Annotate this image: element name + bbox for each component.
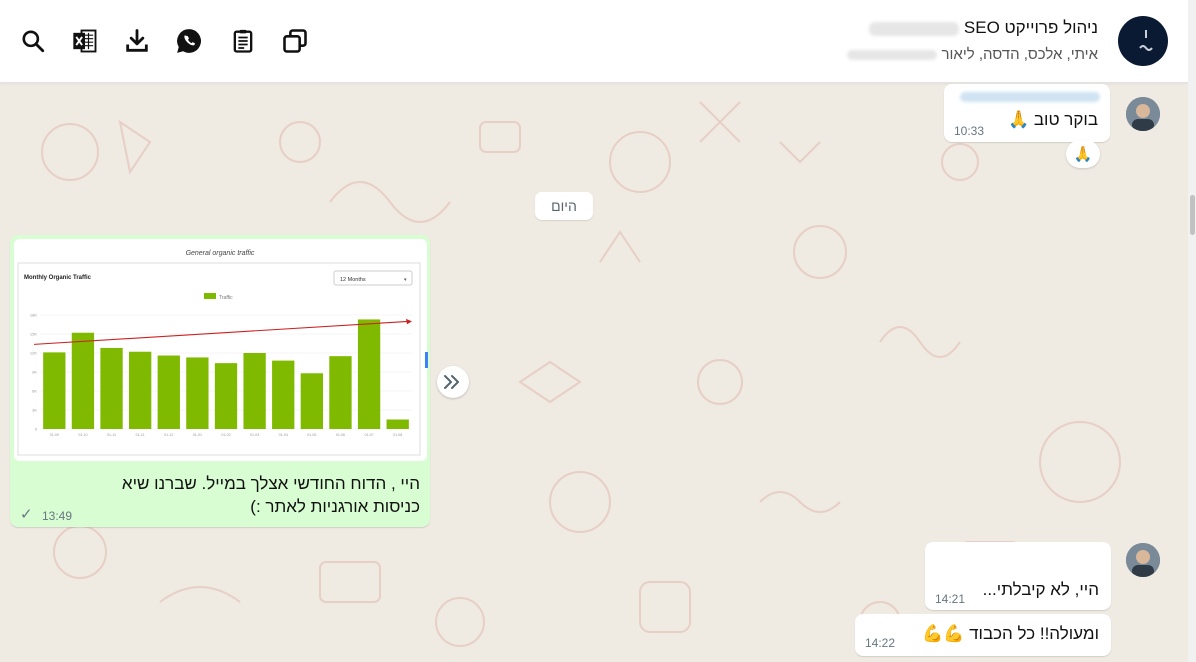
- y-tick-label: 15K: [30, 332, 37, 337]
- legend-swatch: [204, 293, 216, 299]
- date-divider: היום: [535, 192, 593, 220]
- chart-image-attachment[interactable]: General organic traffic Monthly Organic …: [14, 239, 427, 461]
- message-text: בוקר טוב 🙏: [1008, 110, 1098, 129]
- message-text: ומעולה!! כל הכבוד 💪💪: [922, 624, 1099, 643]
- group-title[interactable]: ניהול פרוייקט SEO: [869, 18, 1098, 38]
- chart-bar: [300, 373, 324, 429]
- x-tick-label: 01-02: [221, 433, 230, 437]
- sender-avatar[interactable]: [1126, 97, 1160, 131]
- excel-export-icon[interactable]: [70, 26, 100, 56]
- x-tick-label: 01-03: [250, 433, 259, 437]
- redacted-name: [869, 21, 960, 36]
- whatsapp-icon[interactable]: [174, 26, 204, 56]
- message-text-line2: כניסות אורגניות לאתר :): [250, 497, 420, 516]
- x-tick-label: 01-05: [307, 433, 316, 437]
- message-time: 10:33: [954, 124, 985, 138]
- group-avatar[interactable]: [1118, 16, 1168, 66]
- x-tick-label: 01-07: [364, 433, 373, 437]
- clipboard-icon[interactable]: [228, 26, 258, 56]
- x-tick-label: 01-04: [279, 433, 288, 437]
- message-text-line1: היי , הדוח החודשי אצלך במייל. שברנו שיא: [121, 474, 420, 493]
- message-bubble-incoming[interactable]: ומעולה!! כל הכבוד 💪💪 14:22: [855, 614, 1111, 656]
- chart-bar: [186, 357, 209, 429]
- message-bubble-incoming[interactable]: בוקר טוב 🙏 10:33: [944, 84, 1110, 142]
- x-tick-label: 01-01: [193, 433, 202, 437]
- scrollbar-track[interactable]: [1188, 0, 1196, 662]
- group-members-text: איתי, אלכס, הדסה, ליאור: [941, 46, 1099, 63]
- message-text: היי, לא קיבלתי...: [982, 580, 1099, 599]
- scrollbar-thumb[interactable]: [1190, 195, 1195, 235]
- image-resize-handle[interactable]: [425, 352, 428, 368]
- message-time: 13:49: [42, 509, 73, 523]
- y-tick-label: 6K: [32, 389, 37, 394]
- redacted-sender: [960, 88, 1100, 106]
- chart-bar: [272, 360, 295, 429]
- message-time: 14:21: [935, 592, 966, 606]
- chart-bar: [157, 355, 180, 429]
- search-icon[interactable]: [18, 26, 48, 56]
- y-tick-label: 12K: [30, 351, 37, 356]
- x-tick-label: 01-09: [50, 433, 59, 437]
- legend-label: Traffic: [219, 295, 233, 301]
- message-bubble-incoming[interactable]: היי, לא קיבלתי... 14:21: [925, 542, 1111, 610]
- chart-bar: [43, 352, 66, 429]
- download-icon[interactable]: [122, 26, 152, 56]
- chart-subtitle: Monthly Organic Traffic: [24, 275, 92, 281]
- sender-avatar[interactable]: [1126, 543, 1160, 577]
- message-time: 14:22: [865, 636, 896, 650]
- chat-header: ניהול פרוייקט SEO איתי, אלכס, הדסה, ליאו…: [0, 0, 1188, 83]
- sent-check-icon: ✓: [20, 506, 33, 523]
- x-tick-label: 01-10: [78, 433, 87, 437]
- group-members: איתי, אלכס, הדסה, ליאור: [847, 46, 1098, 63]
- x-tick-label: 01-08: [393, 433, 402, 437]
- x-tick-label: 01-12: [164, 433, 173, 437]
- y-tick-label: 3K: [32, 408, 37, 413]
- group-title-text: ניהול פרוייקט SEO: [963, 18, 1098, 37]
- chart-bar: [243, 353, 266, 429]
- y-tick-label: 9K: [32, 370, 37, 375]
- chart-bar: [329, 356, 352, 429]
- copy-windows-icon[interactable]: [280, 26, 310, 56]
- chart-bar: [357, 319, 381, 429]
- chart-bar: [214, 363, 238, 429]
- redacted-members: [847, 50, 938, 61]
- y-tick-label: 18K: [30, 313, 37, 318]
- forward-icon: [444, 375, 459, 389]
- x-tick-label: 01-11: [136, 433, 145, 437]
- chart-bar: [386, 419, 409, 429]
- chart-title: General organic traffic: [186, 250, 255, 257]
- chart-bar: [100, 347, 123, 429]
- period-dropdown-label: 12 Months: [340, 277, 366, 283]
- x-tick-label: 01-11: [107, 433, 116, 437]
- chart-bar: [128, 351, 152, 429]
- forward-button[interactable]: [437, 366, 469, 398]
- message-reaction[interactable]: 🙏: [1066, 140, 1100, 168]
- chart-bar: [71, 332, 95, 429]
- organic-traffic-chart: General organic traffic Monthly Organic …: [14, 239, 427, 461]
- x-tick-label: 01-06: [336, 433, 345, 437]
- group-logo-icon: [1139, 30, 1153, 51]
